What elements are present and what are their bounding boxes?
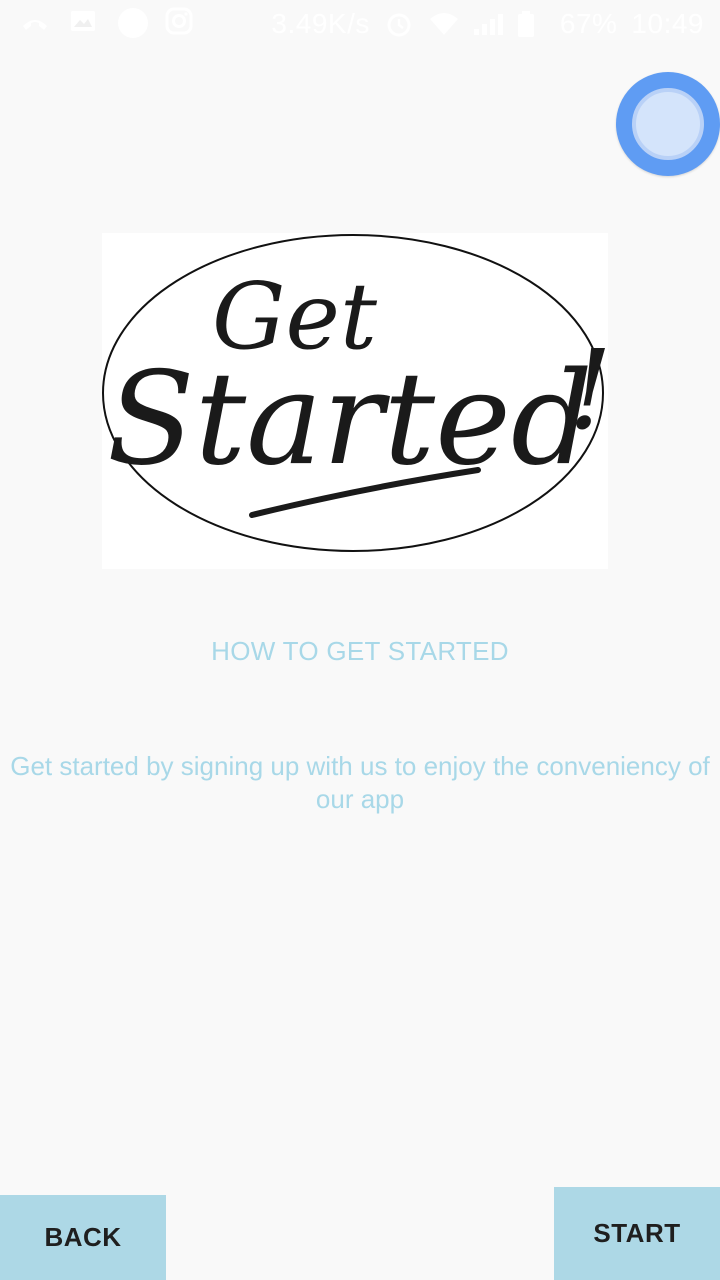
floating-button-core (632, 88, 704, 160)
back-button-label: BACK (44, 1222, 122, 1252)
image-icon (68, 6, 98, 36)
section-heading: HOW TO GET STARTED (211, 636, 509, 666)
floating-assistive-button[interactable] (616, 72, 720, 176)
clock: 10:49 (631, 8, 704, 39)
battery-percentage: 67% (559, 8, 618, 39)
hero-text-started: Started (107, 345, 593, 494)
hero-text-exclamation: ! (568, 326, 608, 454)
wifi-icon (428, 9, 458, 39)
missed-call-icon (20, 6, 50, 36)
battery-icon (516, 9, 546, 39)
instagram-icon (164, 6, 194, 36)
status-bar: 3.49K/s 67% 10:49 (0, 0, 720, 50)
network-speed: 3.49K/s (271, 8, 370, 39)
status-bar-notifications (20, 6, 194, 38)
start-button-label: START (593, 1218, 681, 1248)
status-bar-system: 3.49K/s 67% 10:49 (271, 8, 704, 40)
section-description: Get started by signing up with us to enj… (10, 751, 710, 814)
start-button[interactable]: START (554, 1187, 720, 1280)
alarm-icon (384, 9, 414, 39)
get-started-illustration: Get Started ! (102, 233, 612, 569)
whatsapp-icon (116, 6, 148, 38)
back-button[interactable]: BACK (0, 1195, 166, 1280)
signal-icon (472, 9, 503, 39)
